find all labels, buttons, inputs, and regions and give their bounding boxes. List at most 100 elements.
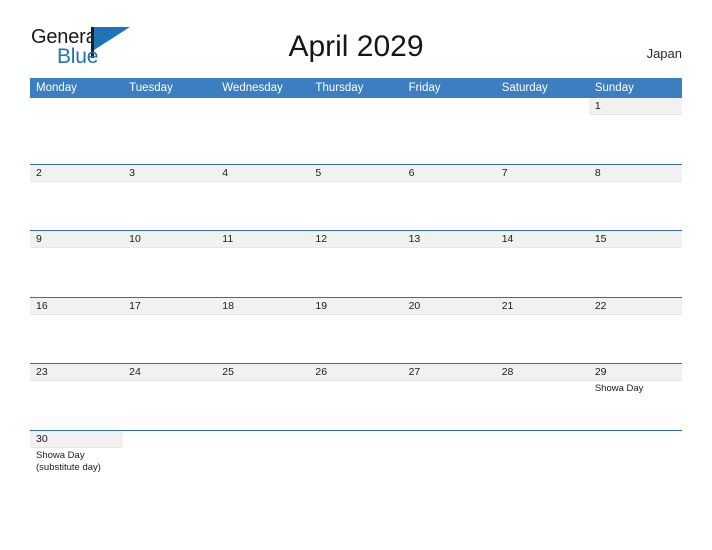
day-number-band: 25 (216, 364, 310, 381)
calendar-day-cell[interactable]: 28 (495, 364, 589, 430)
day-number-band: 16 (30, 297, 124, 315)
calendar-day-cell[interactable]: 16 (30, 297, 124, 363)
calendar-day-cell[interactable]: 27 (402, 364, 496, 430)
day-number-band: 2 (30, 164, 124, 182)
day-number: 22 (594, 299, 607, 312)
calendar-day-cell-empty (216, 430, 310, 493)
day-events (309, 115, 402, 117)
calendar-day-cell-empty (588, 430, 682, 493)
calendar-day-cell[interactable]: 13 (402, 231, 496, 297)
day-events (216, 248, 309, 250)
calendar-day-cell-empty (495, 430, 589, 493)
day-number-band: 22 (588, 297, 682, 315)
day-events (30, 182, 123, 184)
calendar-day-cell-empty (30, 98, 124, 164)
calendar-day-cell[interactable]: 9 (30, 231, 124, 297)
calendar-day-cell-empty (309, 98, 403, 164)
day-number-band: 13 (402, 231, 496, 248)
calendar-day-cell[interactable]: 14 (495, 231, 589, 297)
day-number: 21 (501, 299, 514, 312)
day-events (589, 315, 682, 317)
calendar-week-row: 2 3 4 5 6 7 8 (30, 163, 682, 230)
calendar-page: General Blue April 2029 Japan Monday Tue… (0, 0, 712, 550)
day-number-band: 24 (123, 364, 217, 381)
calendar-day-cell[interactable]: 1 (588, 98, 682, 164)
brand-logo[interactable]: General Blue (31, 26, 161, 70)
calendar-day-cell[interactable]: 22 (588, 297, 682, 363)
calendar-day-cell[interactable]: 7 (495, 164, 589, 230)
day-events (589, 448, 682, 450)
day-events (403, 182, 496, 184)
calendar-day-cell-empty (402, 98, 496, 164)
day-events: Showa Day (589, 381, 682, 396)
day-events (30, 315, 123, 317)
day-number-band: 28 (495, 364, 589, 381)
day-number-band (30, 98, 123, 115)
calendar-day-cell[interactable]: 19 (309, 297, 403, 363)
day-number-band: 23 (30, 364, 124, 381)
day-number-band: 21 (495, 297, 589, 315)
calendar-day-cell[interactable]: 15 (588, 231, 682, 297)
day-number-band: 15 (588, 231, 682, 248)
day-number-band (309, 98, 402, 115)
day-events (216, 381, 309, 383)
calendar-day-cell[interactable]: 6 (402, 164, 496, 230)
day-number-band: 26 (309, 364, 403, 381)
day-events (403, 448, 496, 450)
calendar-day-cell[interactable]: 8 (588, 164, 682, 230)
day-number-band: 27 (402, 364, 496, 381)
weekday-header-tuesday: Tuesday (129, 82, 173, 94)
day-number: 27 (408, 366, 421, 378)
calendar-day-cell[interactable]: 5 (309, 164, 403, 230)
calendar-day-cell[interactable]: 3 (123, 164, 217, 230)
holiday-event-label: Showa Day (594, 383, 644, 394)
calendar-day-cell[interactable]: 18 (216, 297, 310, 363)
day-number-band (216, 98, 309, 115)
day-number-band: 9 (30, 231, 124, 248)
calendar-week-cells: 30 Showa Day (substitute day) (30, 430, 682, 493)
weekday-header-wednesday: Wednesday (222, 82, 283, 94)
day-events (216, 315, 309, 317)
calendar-day-cell[interactable]: 10 (123, 231, 217, 297)
day-events (309, 182, 402, 184)
day-number: 15 (594, 233, 607, 245)
calendar-day-cell[interactable]: 21 (495, 297, 589, 363)
day-number: 8 (594, 166, 601, 179)
day-events (123, 448, 216, 450)
day-number-band (123, 98, 216, 115)
day-number: 11 (222, 233, 234, 245)
page-title: April 2029 (288, 30, 424, 63)
day-events (309, 448, 402, 450)
day-number-band: 18 (216, 297, 310, 315)
day-number: 17 (129, 299, 141, 312)
calendar-day-cell[interactable]: 25 (216, 364, 310, 430)
calendar-day-cell[interactable]: 4 (216, 164, 310, 230)
day-events (30, 381, 123, 383)
calendar-day-cell[interactable]: 20 (402, 297, 496, 363)
calendar-day-cell[interactable]: 12 (309, 231, 403, 297)
calendar-day-cell[interactable]: 30 Showa Day (substitute day) (30, 430, 124, 493)
day-number: 14 (501, 233, 514, 245)
calendar-day-cell-empty (216, 98, 310, 164)
day-events (123, 182, 216, 184)
calendar-day-cell[interactable]: 2 (30, 164, 124, 230)
day-number: 2 (36, 166, 42, 179)
calendar-day-cell-empty (495, 98, 589, 164)
calendar-day-cell[interactable]: 11 (216, 231, 310, 297)
calendar-day-cell[interactable]: 17 (123, 297, 217, 363)
calendar-day-cell[interactable]: 29 Showa Day (588, 364, 682, 430)
day-events (309, 248, 402, 250)
calendar-day-cell[interactable]: 24 (123, 364, 217, 430)
calendar-day-cell[interactable]: 26 (309, 364, 403, 430)
day-number: 6 (408, 166, 415, 179)
calendar-week-row: 30 Showa Day (substitute day) (30, 429, 682, 493)
calendar-grid: Monday Tuesday Wednesday Thursday Friday… (30, 78, 682, 493)
day-events (216, 448, 309, 450)
calendar-day-cell[interactable]: 23 (30, 364, 124, 430)
day-number: 29 (594, 366, 607, 378)
day-number: 10 (129, 233, 141, 245)
day-number-band (589, 431, 682, 448)
day-number-band: 29 (588, 364, 682, 381)
day-number: 23 (36, 366, 48, 378)
day-number-band (216, 431, 309, 448)
